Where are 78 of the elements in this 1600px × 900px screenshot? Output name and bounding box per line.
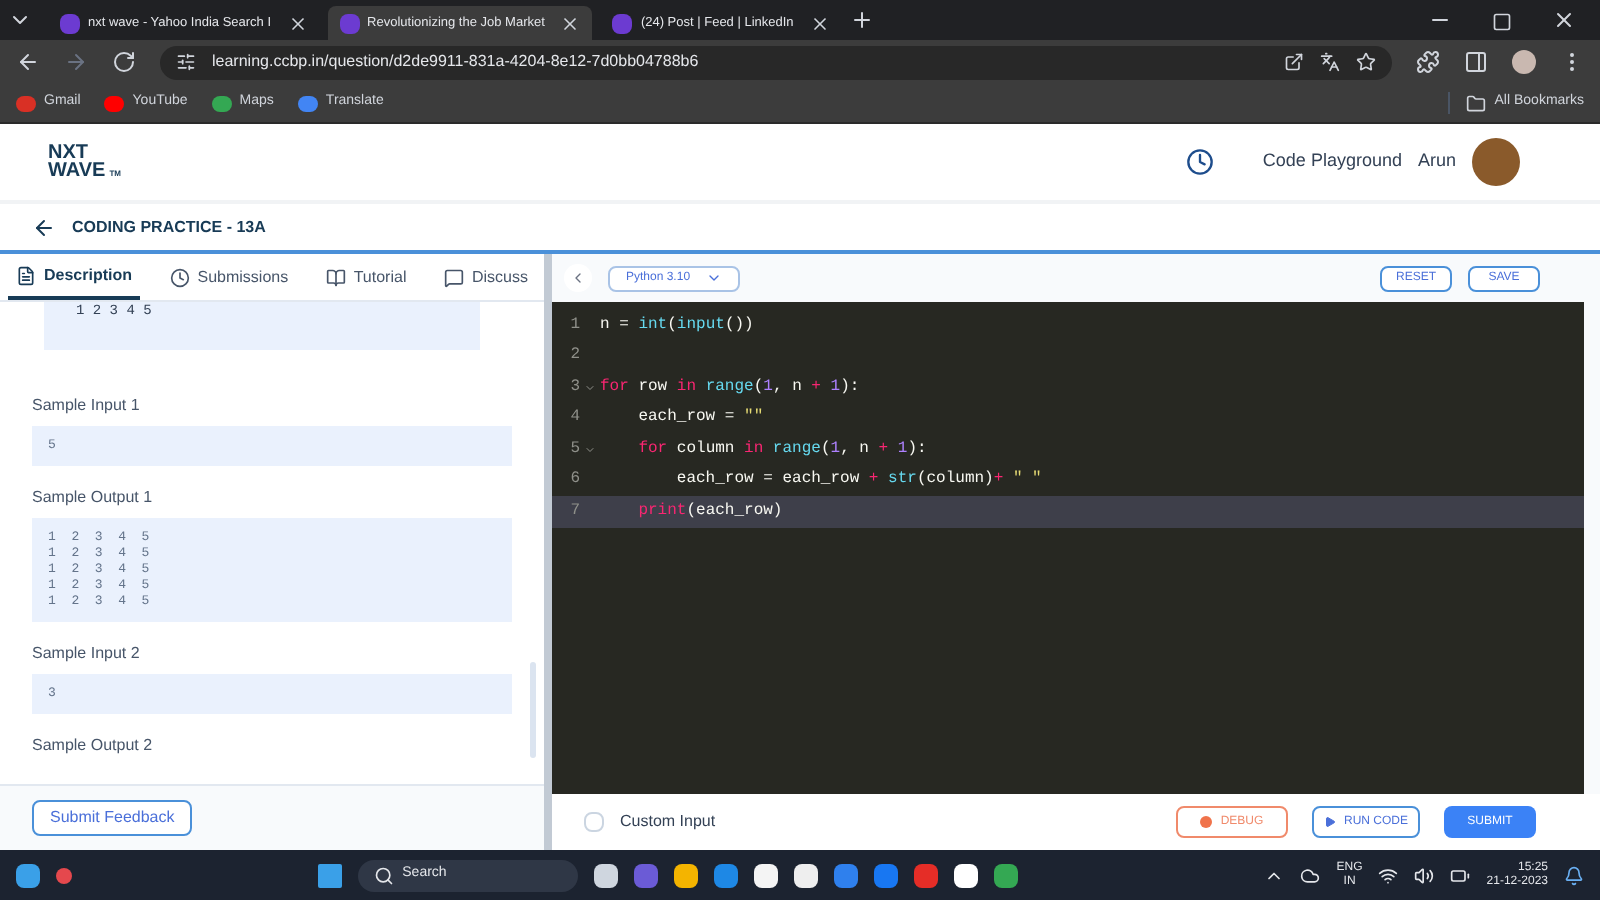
cloud-icon[interactable] [1300, 865, 1321, 885]
code-line: each_row = each_row + str(column)+ " " [674, 468, 1042, 493]
reload-icon[interactable] [112, 50, 136, 74]
line-number: 7 [568, 499, 580, 524]
windows-start-icon[interactable] [318, 863, 343, 887]
code-line: each_row = "" [636, 406, 764, 431]
taskbar-app-icon[interactable] [674, 863, 699, 887]
side-panel-icon[interactable] [1464, 50, 1488, 74]
close-icon[interactable] [1552, 8, 1576, 32]
code-playground-link[interactable]: Code Playground [1262, 148, 1402, 176]
user-avatar[interactable] [1472, 138, 1520, 186]
address-bar[interactable]: learning.ccbp.in/question/d2de9911-831a-4204-8e12-7d0bb04788b6 [160, 45, 1392, 79]
back-arrow-icon[interactable] [32, 215, 56, 239]
user-name: Arun [1417, 148, 1456, 175]
bookmark-favicon-icon [211, 95, 232, 111]
new-tab-icon[interactable] [849, 8, 874, 32]
taskbar-app-icon[interactable] [794, 863, 819, 887]
clock-icon [169, 267, 190, 287]
bookmark-favicon-icon [104, 95, 125, 111]
sample-label: Sample Input 2 [32, 642, 142, 666]
close-icon[interactable] [809, 13, 830, 33]
profile-avatar[interactable] [1512, 50, 1536, 74]
sample-label: Sample Output 1 [32, 486, 155, 510]
alert-badge-icon [56, 867, 72, 883]
back-icon[interactable] [16, 50, 40, 74]
page-title: CODING PRACTICE - 13A [72, 215, 266, 239]
close-icon[interactable] [287, 13, 308, 33]
translate-icon[interactable] [1320, 52, 1340, 72]
code-line: for row in range(1, n + 1): [600, 375, 860, 400]
code-line: n = int(input()) [600, 313, 754, 338]
wifi-icon[interactable] [1378, 865, 1399, 885]
play-icon [1323, 816, 1336, 828]
sample-label: Sample Input 1 [32, 394, 142, 418]
site-settings-icon[interactable] [176, 52, 196, 72]
search-icon [374, 865, 395, 885]
url-text: learning.ccbp.in/question/d2de9911-831a-4204-8e12-7d0bb04788b6 [212, 50, 701, 74]
submit-feedback-button[interactable]: Submit Feedback [32, 800, 193, 836]
scrollbar-thumb[interactable] [530, 662, 536, 758]
line-number: 5 [568, 437, 580, 462]
folder-icon [1466, 93, 1487, 113]
line-number: 3 [568, 375, 580, 400]
book-icon [325, 267, 346, 287]
taskbar-app-icon[interactable] [954, 863, 979, 887]
panel-tab[interactable]: Submissions [197, 265, 289, 289]
chevron-left-icon [570, 270, 586, 286]
bookmark-star-icon[interactable] [1356, 52, 1376, 72]
line-number: 2 [568, 344, 580, 369]
notification-icon[interactable] [1564, 865, 1584, 885]
bookmark-favicon-icon [16, 95, 36, 111]
favicon-icon [612, 13, 633, 33]
widgets-icon[interactable] [16, 863, 40, 887]
chat-bubble-icon [443, 267, 464, 287]
panel-tab[interactable]: Discuss [471, 265, 528, 289]
open-in-icon[interactable] [1284, 52, 1304, 72]
close-icon[interactable] [560, 13, 581, 33]
stopwatch-icon[interactable] [1186, 148, 1215, 176]
caret-icon [706, 270, 723, 286]
line-number: 1 [568, 313, 580, 338]
favicon-icon [60, 13, 80, 33]
document-icon [16, 265, 36, 285]
favicon-icon [339, 13, 360, 33]
taskbar-app-icon[interactable] [754, 863, 779, 887]
code-line: print(each_row) [636, 499, 783, 524]
extensions-icon[interactable] [1416, 50, 1440, 74]
bookmark-favicon-icon [297, 95, 318, 111]
custom-input-label: Custom Input [620, 810, 716, 834]
resize-handle[interactable] [544, 254, 552, 850]
code-line: for column in range(1, n + 1): [636, 437, 927, 462]
taskbar-app-icon[interactable] [594, 863, 619, 887]
line-number: 6 [568, 468, 580, 493]
battery-icon[interactable] [1450, 865, 1471, 885]
maximize-icon[interactable] [1492, 12, 1512, 32]
custom-input-checkbox[interactable] [584, 812, 604, 832]
line-number: 4 [568, 406, 580, 431]
sample-label: Sample Output 2 [32, 734, 155, 758]
panel-tab[interactable]: Description [44, 263, 133, 287]
panel-tab[interactable]: Tutorial [353, 265, 407, 289]
volume-icon[interactable] [1414, 865, 1435, 885]
